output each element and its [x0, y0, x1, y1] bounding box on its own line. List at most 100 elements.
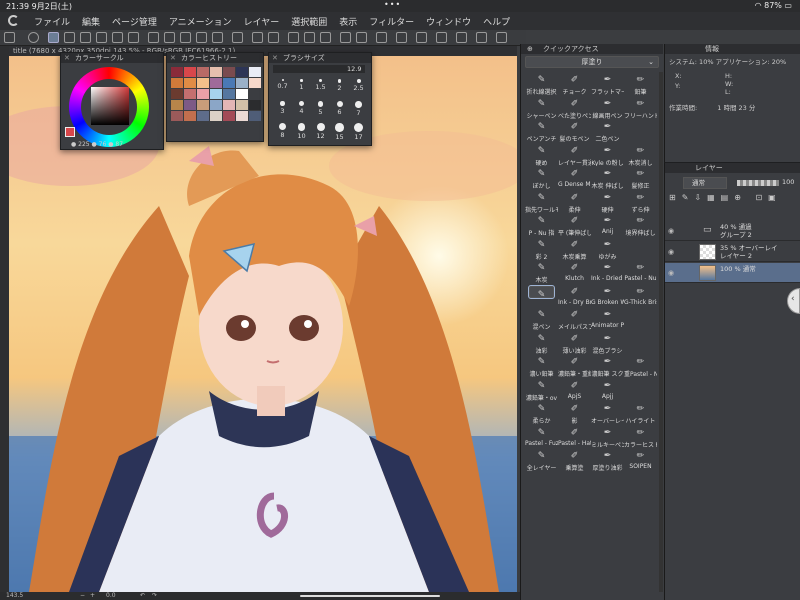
- brush-size-preset[interactable]: 15: [330, 121, 349, 143]
- brush-size-preset[interactable]: 0.7: [273, 77, 292, 99]
- tool-eyedropper-icon[interactable]: [232, 32, 243, 43]
- quick-access-item[interactable]: [624, 331, 657, 355]
- color-history-swatch[interactable]: [184, 89, 196, 99]
- quick-access-scrollbar[interactable]: [659, 72, 663, 592]
- brush-size-preset[interactable]: 2: [330, 77, 349, 99]
- quick-access-item[interactable]: ✏ ずら伸: [624, 190, 657, 214]
- layer-actions-toolbar[interactable]: ⊞✎⇩▦▤⊕ ⊡▣: [669, 193, 795, 219]
- quick-access-item[interactable]: ✒ 二色ペン: [591, 119, 624, 143]
- undo-icon[interactable]: [340, 32, 351, 43]
- tool-brush-icon[interactable]: [64, 32, 75, 43]
- quick-access-item[interactable]: ✎ P - Nu 指: [525, 213, 558, 237]
- tool-text-icon[interactable]: [164, 32, 175, 43]
- color-history-swatch[interactable]: [236, 100, 248, 110]
- color-history-swatch[interactable]: [210, 67, 222, 77]
- quick-access-item[interactable]: ✎ 折れ線選択: [525, 72, 558, 96]
- color-history-swatch[interactable]: [171, 78, 183, 88]
- quick-access-item[interactable]: ✎ 硬め: [525, 143, 558, 167]
- brush-size-preset[interactable]: 8: [273, 121, 292, 143]
- tool-pen-icon[interactable]: [48, 32, 59, 43]
- quick-access-item[interactable]: [624, 237, 657, 261]
- eye-icon[interactable]: ◉: [668, 269, 676, 277]
- quick-access-item[interactable]: ✏ 鉛筆: [624, 72, 657, 96]
- quick-access-item[interactable]: ✒ 混色ブラシ: [591, 331, 624, 355]
- quick-access-item[interactable]: ✏ Pastel - Nu: [624, 260, 657, 284]
- menu-file[interactable]: ファイル: [34, 15, 70, 28]
- quick-access-item[interactable]: ✒ フラットマー: [591, 72, 624, 96]
- saturation-value-square[interactable]: [91, 87, 129, 125]
- color-history-swatch[interactable]: [171, 100, 183, 110]
- brush-size-preset[interactable]: 1: [292, 77, 311, 99]
- quick-access-item[interactable]: ✐ 薄い油彩: [558, 331, 591, 355]
- quick-access-item[interactable]: ✒ G Broken W: [591, 284, 624, 308]
- brush-size-preset[interactable]: 4: [292, 99, 311, 121]
- color-history-swatch[interactable]: [236, 67, 248, 77]
- quick-access-item[interactable]: [624, 307, 657, 331]
- blend-mode-select[interactable]: 通常: [683, 177, 727, 189]
- quick-access-item[interactable]: ✏ 木炭消し: [624, 143, 657, 167]
- color-history-swatch[interactable]: [197, 67, 209, 77]
- color-history-swatch[interactable]: [197, 78, 209, 88]
- quick-access-item[interactable]: ✐ 柔伸: [558, 190, 591, 214]
- tool-zoom-icon[interactable]: [320, 32, 331, 43]
- quick-access-item[interactable]: ✒ 木炭 伸ばし: [591, 166, 624, 190]
- redo-icon[interactable]: [356, 32, 367, 43]
- layer-row-overlay2[interactable]: ◉ 35 % オーバーレイ レイヤー 2: [665, 242, 800, 262]
- layer-row-normal[interactable]: ◉ 100 % 通常: [665, 263, 800, 283]
- quick-access-item[interactable]: ✒ 硬伸: [591, 190, 624, 214]
- color-history-swatch[interactable]: [249, 78, 261, 88]
- color-history-swatch[interactable]: [210, 111, 222, 121]
- color-history-swatch[interactable]: [184, 67, 196, 77]
- quick-access-item[interactable]: [624, 378, 657, 402]
- quick-access-item[interactable]: ✐Ink - Dry Bru: [558, 284, 591, 308]
- quick-access-item[interactable]: ✎ 濃鉛筆・ov: [525, 378, 558, 402]
- zoom-in-icon[interactable]: +: [90, 592, 95, 599]
- quick-access-item[interactable]: ✒ Apjj: [591, 378, 624, 402]
- color-history-swatch[interactable]: [184, 100, 196, 110]
- quick-access-item[interactable]: ✒ Animator Pe: [591, 307, 624, 331]
- quick-access-item[interactable]: ✎ 木炭: [525, 260, 558, 284]
- quick-access-item[interactable]: ✏ 境界伸ばし: [624, 213, 657, 237]
- tool-move-icon[interactable]: [288, 32, 299, 43]
- quick-access-item[interactable]: ✒ ゆがみ: [591, 237, 624, 261]
- quick-access-item[interactable]: ✒ 厚塗り油彩: [591, 448, 624, 472]
- color-history-swatch[interactable]: [197, 111, 209, 121]
- quick-access-item[interactable]: ✒ Anij: [591, 213, 624, 237]
- brush-size-preset[interactable]: 7: [349, 99, 368, 121]
- quick-access-item[interactable]: ✒ Kyle の粉し: [591, 143, 624, 167]
- close-icon[interactable]: ✕: [64, 53, 70, 63]
- zoom-out-icon[interactable]: −: [80, 592, 85, 599]
- color-history-swatch[interactable]: [197, 100, 209, 110]
- menu-edit[interactable]: 編集: [82, 15, 100, 28]
- menu-selection[interactable]: 選択範囲: [291, 15, 327, 28]
- tool-blend-icon[interactable]: [96, 32, 107, 43]
- quick-access-item[interactable]: ✐ 濃鉛筆・重線: [558, 354, 591, 378]
- tool-transform-icon[interactable]: [304, 32, 315, 43]
- color-history-swatch[interactable]: [171, 67, 183, 77]
- info-title[interactable]: 情報: [705, 45, 719, 53]
- tool-eraser-icon[interactable]: [80, 32, 91, 43]
- quick-access-item[interactable]: [624, 119, 657, 143]
- angle-value[interactable]: 0.0: [106, 592, 116, 599]
- tool-select-icon[interactable]: [252, 32, 263, 43]
- quick-access-item[interactable]: ✎Pastel - Fuzz: [525, 425, 558, 449]
- tool-gradient-icon[interactable]: [128, 32, 139, 43]
- quick-access-set-select[interactable]: 厚塗り ⌄: [525, 56, 659, 68]
- quick-access-item[interactable]: ✎ 油彩: [525, 331, 558, 355]
- clear-icon[interactable]: [376, 32, 387, 43]
- quick-access-item[interactable]: ✏ カラーヒスト: [624, 425, 657, 449]
- quick-access-item[interactable]: ✏重Pastel - Nu: [624, 354, 657, 378]
- quick-access-item[interactable]: ✎ 全レイヤー: [525, 448, 558, 472]
- quick-access-item[interactable]: ✎ 指先ワールモ: [525, 190, 558, 214]
- brush-size-preset[interactable]: 3: [273, 99, 292, 121]
- tool-shape-icon[interactable]: [148, 32, 159, 43]
- quick-access-item[interactable]: ✐ Klutch: [558, 260, 591, 284]
- quick-access-item[interactable]: ✐ 平 (筆伸ばし): [558, 213, 591, 237]
- quick-access-item[interactable]: ✏ ハイライト: [624, 401, 657, 425]
- color-history-swatch[interactable]: [223, 67, 235, 77]
- copy-icon[interactable]: [436, 32, 447, 43]
- color-history-swatch[interactable]: [249, 111, 261, 121]
- quick-access-item[interactable]: ✒ オーバーレイ: [591, 401, 624, 425]
- color-history-swatch[interactable]: [210, 100, 222, 110]
- color-history-swatch[interactable]: [223, 89, 235, 99]
